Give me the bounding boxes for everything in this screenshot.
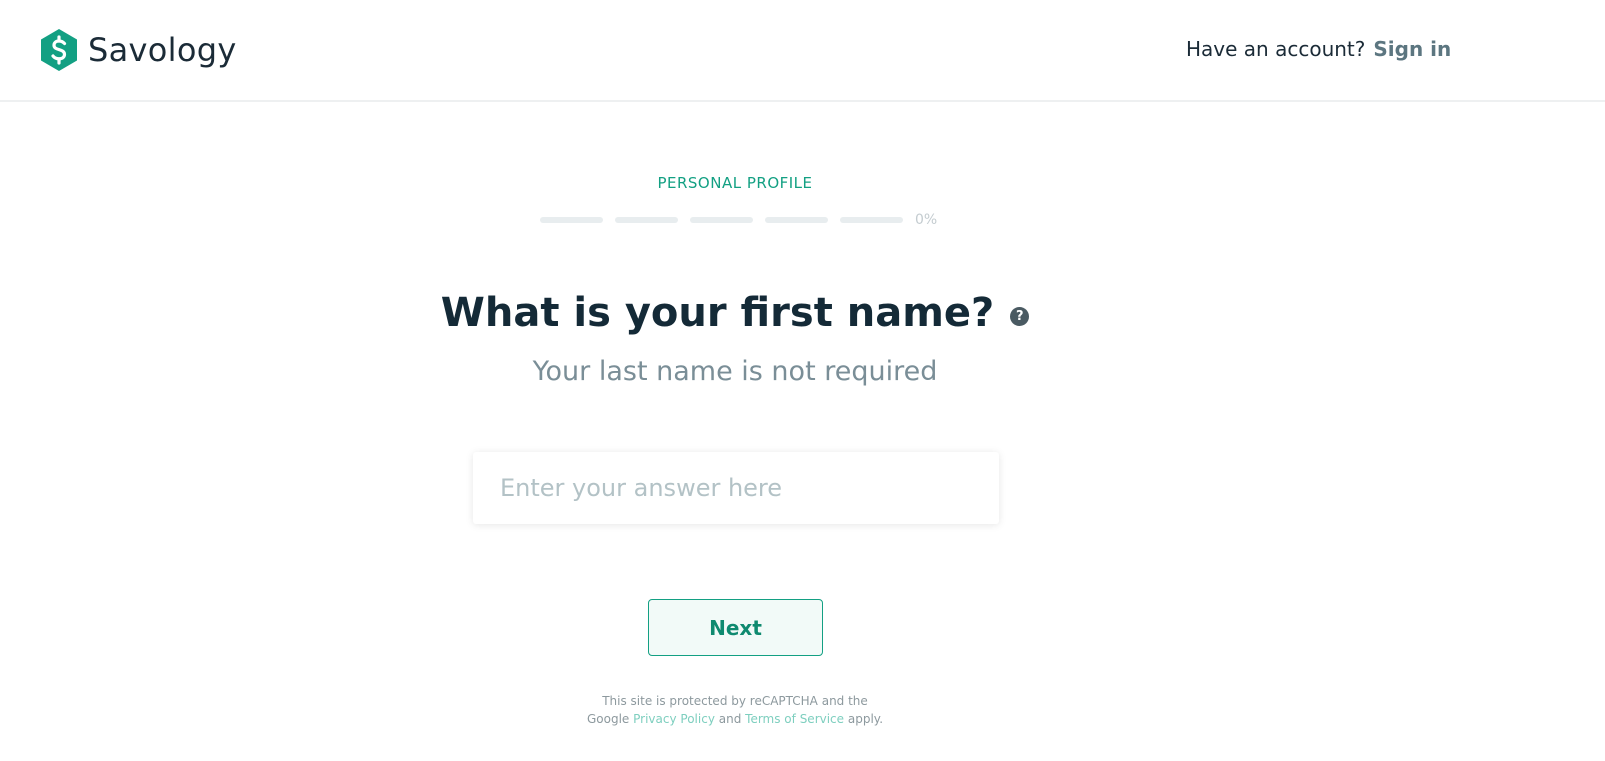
progress-segment [540,217,603,223]
progress-segment [690,217,753,223]
step-label: PERSONAL PROFILE [657,174,813,192]
privacy-policy-link[interactable]: Privacy Policy [633,712,715,726]
question-subtitle: Your last name is not required [532,356,938,387]
savology-logo[interactable]: Savology [40,28,237,72]
question-title: What is your first name? [440,290,995,336]
legal-prefix: Google [586,712,630,726]
sign-in-link[interactable]: Sign in [1373,37,1451,61]
legal-and: and [718,712,742,726]
account-signin: Have an account? Sign in [1186,34,1451,64]
dollar-hexagon-icon [41,29,77,71]
legal-suffix: apply. [847,712,884,726]
question-heading: What is your first name? ? [0,290,1470,336]
progress-segment [840,217,903,223]
recaptcha-links-line: Google Privacy Policy and Terms of Servi… [0,710,1470,728]
progress-percent: 0% [915,212,938,228]
progress-bar: 0% [540,210,937,230]
progress-segment [615,217,678,223]
answer-input[interactable] [473,452,999,524]
recaptcha-line: This site is protected by reCAPTCHA and … [602,694,868,708]
next-button[interactable]: Next [648,599,823,656]
top-header: Savology Have an account? Sign in [0,0,1605,102]
progress-segment [765,217,828,223]
question-circle-icon[interactable]: ? [1010,306,1030,326]
brand-name: Savology [88,31,237,69]
terms-of-service-link[interactable]: Terms of Service [745,712,844,726]
recaptcha-notice: This site is protected by reCAPTCHA and … [0,692,1470,728]
account-prompt: Have an account? [1186,37,1366,61]
